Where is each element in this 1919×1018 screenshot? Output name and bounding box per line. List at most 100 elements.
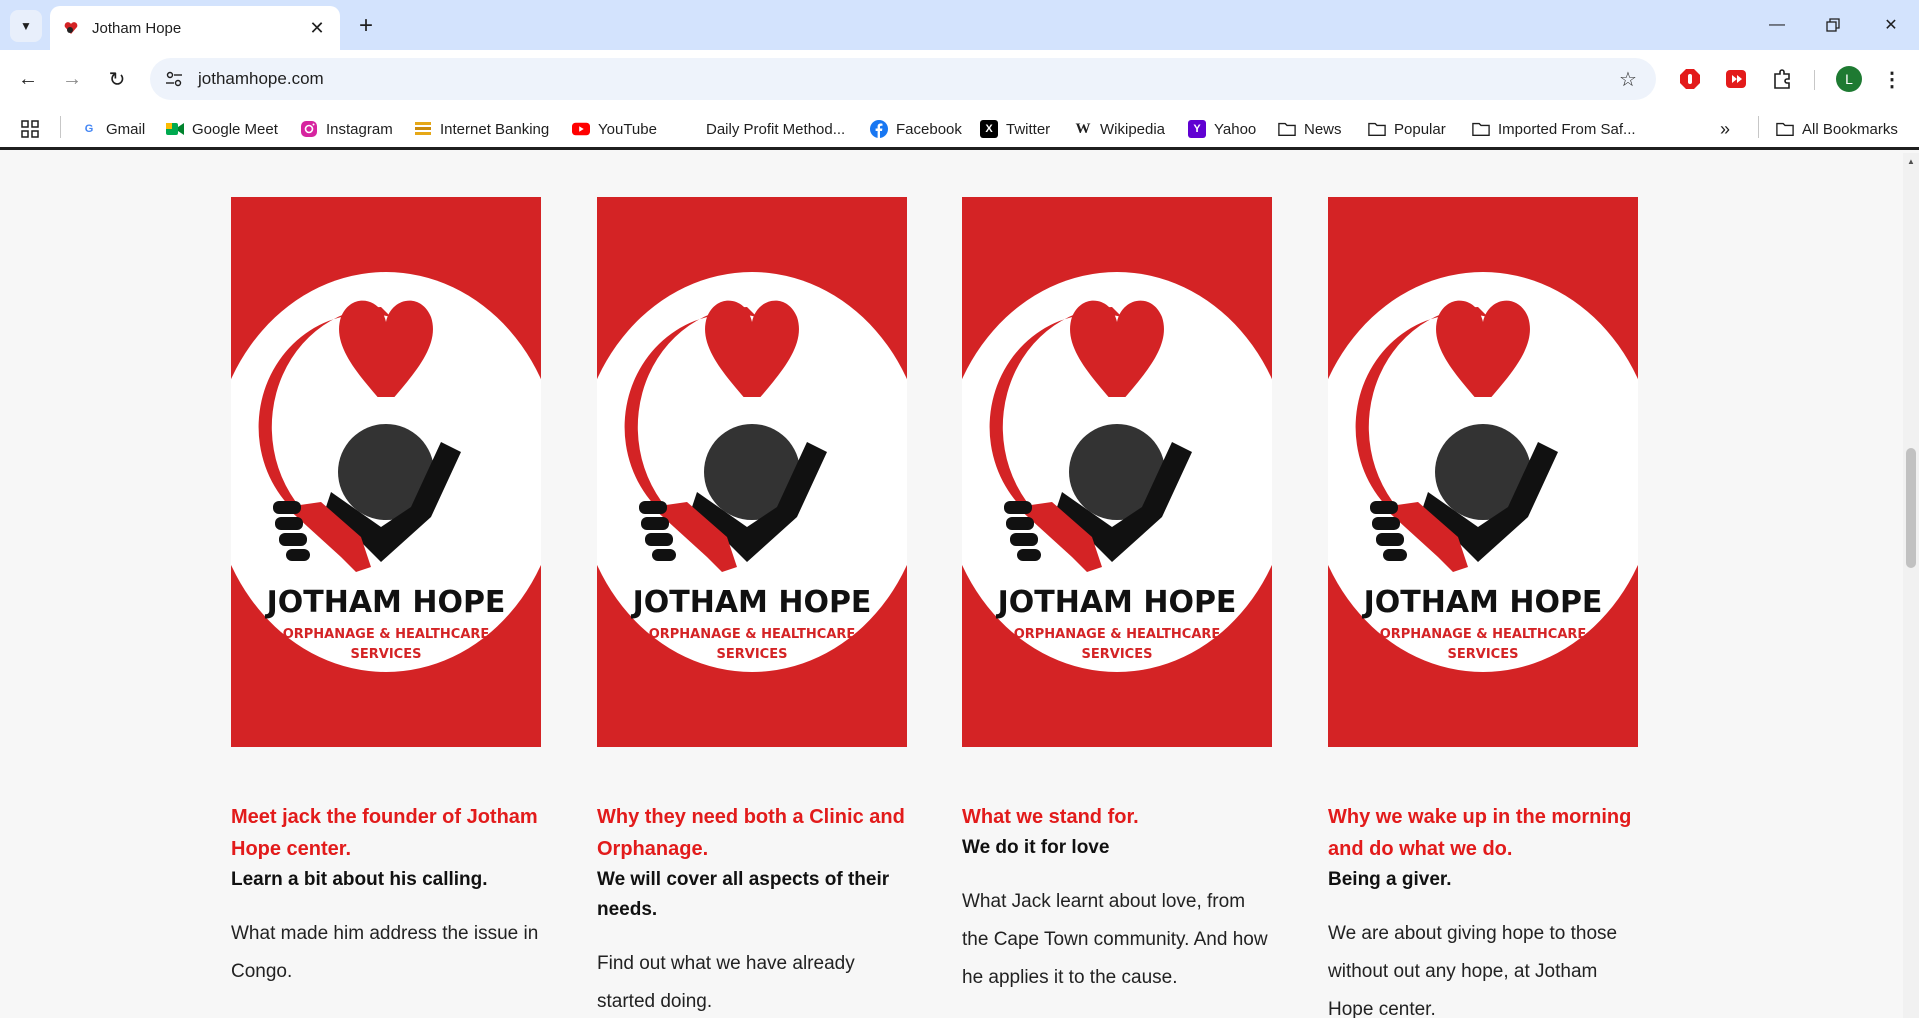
close-tab-icon[interactable]: ✕ — [306, 18, 328, 39]
jotham-hope-logo-icon: JOTHAM HOPE ORPHANAGE & HEALTHCARE SERVI… — [962, 197, 1272, 747]
youtube-icon — [572, 120, 590, 138]
instagram-icon — [300, 120, 318, 138]
reload-button[interactable]: ↻ — [102, 64, 132, 94]
card-subheading: We will cover all aspects of their needs… — [597, 869, 890, 920]
card-body: What made him address the issue in Congo… — [231, 923, 539, 982]
jotham-hope-favicon-icon — [62, 19, 80, 37]
facebook-icon — [870, 120, 888, 138]
wikipedia-icon: W — [1075, 120, 1091, 137]
tab-search-button[interactable]: ▼ — [10, 10, 42, 42]
more-menu-icon[interactable]: ⋮ — [1878, 64, 1906, 94]
card-body: Find out what we have already started do… — [597, 953, 855, 1012]
restore-icon — [1826, 18, 1840, 32]
svg-text:ORPHANAGE & HEALTHCARE: ORPHANAGE & HEALTHCARE — [1380, 627, 1587, 642]
jotham-hope-logo-icon: JOTHAM HOPE ORPHANAGE & HEALTHCARE SERVI… — [1328, 197, 1638, 747]
page-content: JOTHAM HOPE ORPHANAGE & HEALTHCARE SERVI… — [0, 153, 1903, 1018]
card-body: We are about giving hope to those withou… — [1328, 923, 1618, 1018]
bookmark-gmail[interactable]: G Gmail — [80, 116, 145, 142]
bookmarks-bar: G Gmail Google Meet Instagram Internet B… — [0, 108, 1919, 150]
arrow-right-icon: → — [62, 67, 82, 90]
svg-text:ORPHANAGE & HEALTHCARE: ORPHANAGE & HEALTHCARE — [649, 627, 856, 642]
folder-icon — [1278, 120, 1296, 138]
bookmarks-overflow-button[interactable]: » — [1720, 116, 1730, 142]
bookmark-daily-profit[interactable]: Daily Profit Method... — [680, 116, 845, 142]
svg-text:JOTHAM HOPE: JOTHAM HOPE — [631, 585, 872, 620]
page-scrollbar[interactable]: ▲ — [1903, 153, 1919, 1018]
folder-icon — [1368, 120, 1386, 138]
new-tab-button[interactable]: + — [352, 12, 380, 40]
card-why-we-wake-up: JOTHAM HOPE ORPHANAGE & HEALTHCARE SERVI… — [1328, 197, 1638, 1018]
bookmark-folder-popular[interactable]: Popular — [1368, 116, 1446, 142]
all-bookmarks-button[interactable]: All Bookmarks — [1776, 116, 1898, 142]
bookmark-folder-news[interactable]: News — [1278, 116, 1342, 142]
site-info-icon[interactable] — [154, 59, 194, 99]
url-text[interactable]: jothamhope.com — [198, 69, 1608, 89]
minimize-button[interactable]: — — [1762, 12, 1792, 38]
x-icon: X — [980, 120, 998, 138]
jotham-hope-logo-image[interactable]: JOTHAM HOPE ORPHANAGE & HEALTHCARE SERVI… — [597, 197, 907, 747]
blank-icon — [680, 120, 698, 138]
svg-text:JOTHAM HOPE: JOTHAM HOPE — [1362, 585, 1603, 620]
arrow-left-icon: ← — [18, 67, 38, 90]
chevron-double-right-icon: » — [1720, 118, 1731, 139]
bookmark-twitter[interactable]: X Twitter — [980, 116, 1050, 142]
bookmark-wikipedia[interactable]: W Wikipedia — [1074, 116, 1166, 142]
close-window-button[interactable]: ✕ — [1876, 12, 1906, 38]
reload-icon: ↻ — [108, 68, 126, 91]
tab-title: Jotham Hope — [92, 19, 182, 37]
card-heading[interactable]: Why we wake up in the morning and do wha… — [1328, 801, 1638, 865]
chevron-down-icon: ▼ — [20, 19, 32, 33]
bookmark-google-meet[interactable]: Google Meet — [166, 116, 278, 142]
google-icon: G — [84, 123, 94, 135]
yahoo-icon: Y — [1188, 120, 1206, 138]
jotham-hope-logo-image[interactable]: JOTHAM HOPE ORPHANAGE & HEALTHCARE SERVI… — [962, 197, 1272, 747]
bookmark-instagram[interactable]: Instagram — [300, 116, 393, 142]
svg-text:SERVICES: SERVICES — [1082, 647, 1153, 662]
bookmark-youtube[interactable]: YouTube — [572, 116, 657, 142]
jotham-hope-logo-icon: JOTHAM HOPE ORPHANAGE & HEALTHCARE SERVI… — [597, 197, 907, 747]
bookmark-internet-banking[interactable]: Internet Banking — [414, 116, 549, 142]
jotham-hope-logo-image[interactable]: JOTHAM HOPE ORPHANAGE & HEALTHCARE SERVI… — [231, 197, 541, 747]
scrollbar-thumb[interactable] — [1906, 448, 1916, 568]
adblock-extension-icon[interactable] — [1676, 65, 1704, 93]
media-extension-icon[interactable] — [1722, 65, 1750, 93]
google-meet-icon — [166, 120, 184, 138]
card-subheading: Being a giver. — [1328, 869, 1452, 890]
jotham-hope-logo-icon: JOTHAM HOPE ORPHANAGE & HEALTHCARE SERVI… — [231, 197, 541, 747]
card-body: What Jack learnt about love, from the Ca… — [962, 891, 1268, 988]
svg-text:JOTHAM HOPE: JOTHAM HOPE — [996, 585, 1237, 620]
browser-toolbar: ← → ↻ jothamhope.com ☆ L ⋮ — [0, 50, 1919, 108]
forward-button[interactable]: → — [57, 64, 87, 94]
tab-strip: ▼ Jotham Hope ✕ + — ✕ — [0, 0, 1919, 50]
card-heading[interactable]: What we stand for. — [962, 801, 1272, 833]
card-heading[interactable]: Why they need both a Clinic and Orphanag… — [597, 801, 907, 865]
card-heading[interactable]: Meet jack the founder of Jotham Hope cen… — [231, 801, 541, 865]
folder-icon — [1776, 120, 1794, 138]
card-what-we-stand-for: JOTHAM HOPE ORPHANAGE & HEALTHCARE SERVI… — [962, 197, 1272, 997]
active-tab[interactable]: Jotham Hope ✕ — [50, 6, 340, 50]
bookmark-folder-imported[interactable]: Imported From Saf... — [1472, 116, 1636, 142]
card-clinic-orphanage: JOTHAM HOPE ORPHANAGE & HEALTHCARE SERVI… — [597, 197, 907, 1018]
apps-grid-icon[interactable] — [20, 116, 40, 142]
extensions-puzzle-icon[interactable] — [1768, 65, 1796, 93]
back-button[interactable]: ← — [13, 64, 43, 94]
svg-text:SERVICES: SERVICES — [351, 647, 422, 662]
card-subheading: Learn a bit about his calling. — [231, 869, 488, 890]
bookmark-star-icon[interactable]: ☆ — [1608, 59, 1648, 99]
jotham-hope-logo-image[interactable]: JOTHAM HOPE ORPHANAGE & HEALTHCARE SERVI… — [1328, 197, 1638, 747]
svg-text:SERVICES: SERVICES — [717, 647, 788, 662]
svg-text:SERVICES: SERVICES — [1448, 647, 1519, 662]
restore-button[interactable] — [1818, 12, 1848, 38]
svg-text:ORPHANAGE & HEALTHCARE: ORPHANAGE & HEALTHCARE — [283, 627, 490, 642]
bookmark-yahoo[interactable]: Y Yahoo — [1188, 116, 1256, 142]
svg-text:ORPHANAGE & HEALTHCARE: ORPHANAGE & HEALTHCARE — [1014, 627, 1221, 642]
bookmark-facebook[interactable]: Facebook — [870, 116, 962, 142]
folder-icon — [1472, 120, 1490, 138]
address-bar[interactable]: jothamhope.com ☆ — [150, 58, 1656, 100]
card-subheading: We do it for love — [962, 837, 1110, 858]
bank-icon — [414, 120, 432, 138]
scroll-up-arrow-icon[interactable]: ▲ — [1907, 157, 1915, 166]
card-founder: JOTHAM HOPE ORPHANAGE & HEALTHCARE SERVI… — [231, 197, 541, 991]
profile-avatar[interactable]: L — [1836, 66, 1862, 92]
svg-text:JOTHAM HOPE: JOTHAM HOPE — [265, 585, 506, 620]
